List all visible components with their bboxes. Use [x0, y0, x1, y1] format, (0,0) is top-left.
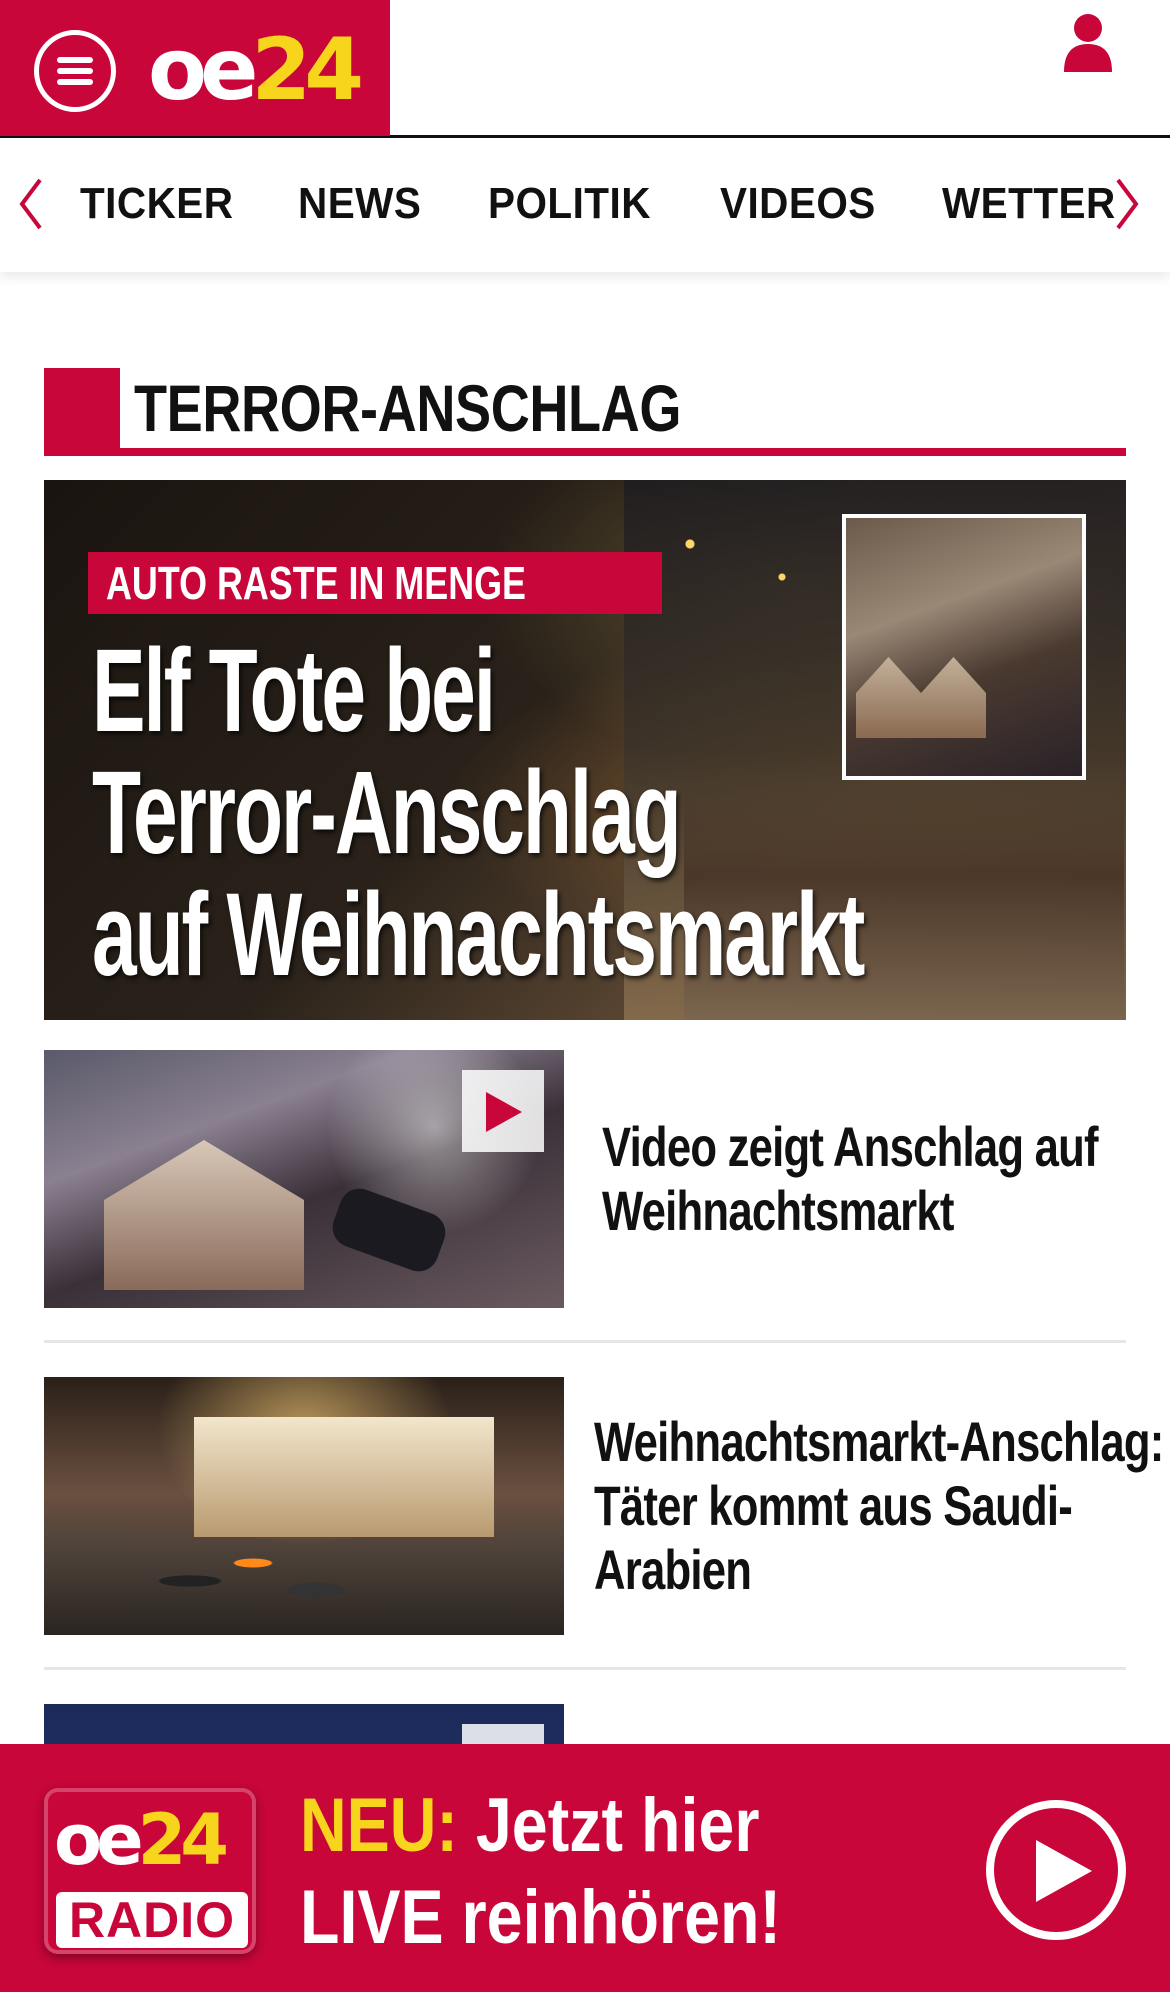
divider	[44, 1667, 1126, 1670]
nav-item-videos[interactable]: VIDEOS	[720, 176, 876, 232]
video-play-icon	[462, 1070, 544, 1152]
brand-box: oe 24	[0, 0, 390, 136]
hero-headline[interactable]: Elf Tote bei Terror-Anschlag auf Weihnac…	[92, 630, 1052, 996]
teaser-thumbnail[interactable]	[44, 1704, 564, 1744]
section-title[interactable]: TERROR-ANSCHLAG	[134, 368, 681, 448]
section-header: TERROR-ANSCHLAG	[44, 368, 1126, 456]
radio-line2: LIVE reinhören!	[300, 1875, 781, 1960]
article-teaser[interactable]	[44, 1704, 1126, 1744]
hamburger-menu-icon[interactable]	[34, 30, 116, 112]
radio-line1: Jetzt hier	[457, 1783, 760, 1868]
teaser-title[interactable]: Weihnachtsmarkt-Anschlag: Täter kommt au…	[594, 1377, 1170, 1635]
radio-promo-text[interactable]: NEU: Jetzt hier LIVE reinhören!	[300, 1780, 1000, 1964]
radio-new-label: NEU:	[300, 1783, 458, 1868]
section-underline	[44, 448, 1126, 456]
radio-logo-24: 24	[137, 1799, 229, 1881]
logo-text-oe: oe	[148, 20, 258, 120]
nav-item-politik[interactable]: POLITIK	[488, 176, 651, 232]
hero-headline-line: auf Weihnachtsmarkt	[92, 869, 865, 1001]
nav-item-news[interactable]: NEWS	[298, 176, 421, 232]
oe24-logo[interactable]: oe 24	[148, 20, 364, 120]
section-marker	[44, 368, 120, 448]
radio-logo-label: RADIO	[56, 1892, 248, 1948]
nav-item-ticker[interactable]: TICKER	[80, 176, 233, 232]
teaser-thumbnail[interactable]	[44, 1377, 564, 1635]
user-icon[interactable]	[1062, 12, 1114, 72]
category-nav: TICKER NEWS POLITIK VIDEOS WETTER	[0, 138, 1170, 272]
hero-article[interactable]: AUTO RASTE IN MENGE Elf Tote bei Terror-…	[44, 480, 1126, 1020]
video-play-icon	[462, 1724, 544, 1744]
hero-headline-line: Elf Tote bei	[92, 625, 496, 757]
play-circle-icon[interactable]	[986, 1800, 1126, 1940]
chevron-right-icon[interactable]	[1112, 176, 1142, 232]
nav-item-wetter[interactable]: WETTER	[942, 176, 1116, 232]
oe24-radio-logo: oe24 RADIO	[44, 1788, 256, 1954]
divider	[44, 1340, 1126, 1343]
hero-kicker: AUTO RASTE IN MENGE	[88, 552, 663, 614]
article-teaser[interactable]: Weihnachtsmarkt-Anschlag: Täter kommt au…	[44, 1377, 1164, 1635]
article-teaser[interactable]: Video zeigt Anschlag auf Weihnachtsmarkt	[44, 1050, 1126, 1308]
hero-headline-line: Terror-Anschlag	[92, 747, 682, 879]
radio-banner[interactable]: oe24 RADIO NEU: Jetzt hier LIVE reinhöre…	[0, 1744, 1170, 1992]
logo-text-24: 24	[251, 20, 364, 120]
radio-logo-oe: oe	[54, 1799, 144, 1881]
teaser-title[interactable]: Video zeigt Anschlag auf Weihnachtsmarkt	[602, 1050, 1170, 1308]
teaser-thumbnail[interactable]	[44, 1050, 564, 1308]
chevron-left-icon[interactable]	[16, 176, 46, 232]
site-header: oe 24	[0, 0, 1170, 138]
